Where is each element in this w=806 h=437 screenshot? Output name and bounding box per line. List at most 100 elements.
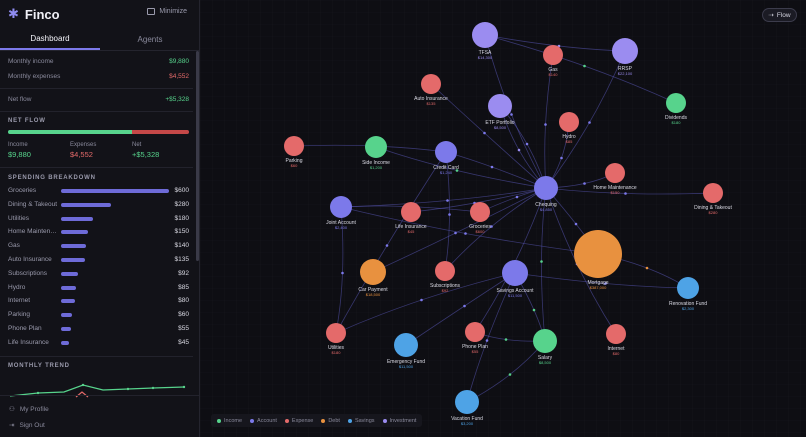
node-circle (394, 333, 418, 357)
legend-swatch (347, 418, 352, 423)
tab-bar: Dashboard Agents (0, 29, 200, 51)
graph-grid (200, 0, 806, 437)
node-circle (472, 22, 498, 48)
spending-row: Auto Insurance $135 (8, 255, 189, 265)
spending-category: Utilities (8, 214, 29, 222)
graph-node-utilities[interactable]: Utilities$180 (326, 323, 346, 355)
legend-swatch (250, 418, 255, 423)
app-name: Finco (24, 6, 60, 22)
minimize-button[interactable]: Minimize (147, 8, 187, 15)
node-circle (401, 202, 421, 222)
flow-particle (385, 244, 389, 247)
legend-label: Expense (291, 417, 314, 424)
spending-row: Hydro $85 (8, 283, 189, 293)
flow-particle (510, 113, 513, 116)
node-circle (284, 136, 304, 156)
node-value: $4,850 (540, 207, 553, 212)
spending-row: Phone Plan $55 (8, 324, 189, 334)
spending-amount: $600 (174, 187, 189, 194)
node-circle (326, 323, 346, 343)
flow-particle (515, 195, 519, 199)
node-circle (606, 324, 626, 344)
net-income-label: Income (8, 142, 28, 148)
flow-graph[interactable]: TFSA$14,300Gas$140RRSP$22,100Dividends$1… (200, 0, 806, 437)
legend-item: Income (217, 418, 242, 424)
brand: ✱ Finco (8, 6, 60, 22)
net-flow-bar (8, 130, 189, 134)
spending-category: Subscriptions (8, 269, 48, 277)
node-value: $85 (566, 139, 573, 144)
flow-particle (588, 121, 591, 124)
node-circle (666, 93, 686, 113)
flow-particle (517, 148, 521, 152)
node-circle (435, 141, 457, 163)
node-circle (677, 277, 699, 299)
flow-particle (540, 260, 543, 263)
flow-particle (464, 232, 467, 235)
my-profile-link[interactable]: ⚇ My Profile (9, 405, 49, 414)
spending-title: SPENDING BREAKDOWN (8, 175, 96, 181)
node-value: $8,500 (539, 360, 552, 365)
legend-label: Savings (354, 417, 375, 424)
flow-particle (532, 308, 536, 312)
flow-particle (448, 213, 451, 216)
node-value: $14,300 (478, 55, 493, 60)
monthly-income-row: Monthly income $9,880 (8, 58, 189, 65)
net-flow-bar-income (8, 130, 132, 134)
node-value: $22,100 (618, 71, 633, 76)
flow-particle (583, 182, 586, 185)
node-circle (365, 136, 387, 158)
spending-bar (61, 327, 71, 331)
flow-particle (341, 271, 344, 275)
sidebar: ✱ Finco Minimize Dashboard Agents Monthl… (0, 0, 200, 437)
my-profile-label: My Profile (19, 405, 49, 413)
node-circle (559, 112, 579, 132)
legend-label: Investment (389, 417, 417, 424)
tab-agents[interactable]: Agents (100, 29, 200, 50)
monthly-income-label: Monthly income (8, 58, 54, 65)
trend-point (182, 385, 186, 389)
flow-button[interactable]: ⇢ Flow (762, 8, 797, 22)
spending-bar (61, 285, 77, 290)
spending-row: Groceries $600 (8, 186, 189, 196)
spending-category: Dining & Takeout (8, 200, 58, 208)
node-value: $8,500 (494, 125, 507, 130)
net-income-value: $9,880 (8, 150, 31, 159)
graph-node-parking[interactable]: Parking$60 (284, 136, 304, 168)
flow-particle (645, 266, 649, 270)
flow-particle (420, 298, 423, 302)
spending-category: Groceries (8, 187, 37, 194)
trend-point (36, 391, 40, 395)
node-value: $1,200 (370, 165, 383, 170)
spending-amount: $45 (178, 338, 189, 346)
flow-button-label: Flow (776, 11, 791, 19)
node-value: $80 (613, 351, 620, 356)
sign-out-link[interactable]: ⇥ Sign Out (9, 421, 45, 430)
graph-node-car[interactable]: Car Payment$18,500 (358, 259, 388, 297)
tab-dashboard[interactable]: Dashboard (0, 29, 100, 50)
monthly-expenses-label: Monthly expenses (8, 73, 61, 80)
net-flow-row: Net flow +$5,328 (8, 96, 189, 103)
node-value: $45 (408, 229, 415, 234)
divider (0, 111, 193, 112)
node-value: $140 (549, 72, 559, 77)
sidebar-scrollbar[interactable] (196, 51, 199, 261)
flow-particle (504, 338, 508, 341)
node-circle (330, 196, 352, 218)
spending-amount: $92 (178, 269, 189, 277)
flow-particle (583, 64, 586, 68)
spending-amount: $150 (174, 228, 189, 236)
spending-category: Internet (8, 297, 31, 305)
minimize-icon (147, 8, 156, 15)
graph-legend: Income Account Expense Debt Savings Investmen… (211, 414, 423, 427)
trend-point (151, 386, 155, 390)
graph-node-internet[interactable]: Internet$80 (606, 324, 626, 356)
node-circle (533, 329, 557, 353)
node-circle (465, 322, 485, 342)
net-total-label: Net (132, 142, 142, 148)
graph-node-credit[interactable]: Credit Card$1,240 (433, 141, 459, 175)
node-value: $18,500 (366, 292, 381, 297)
graph-node-chequing[interactable]: Chequing$4,850 (534, 176, 558, 212)
flow-particle (525, 142, 529, 146)
spending-row: Parking $60 (8, 310, 189, 320)
